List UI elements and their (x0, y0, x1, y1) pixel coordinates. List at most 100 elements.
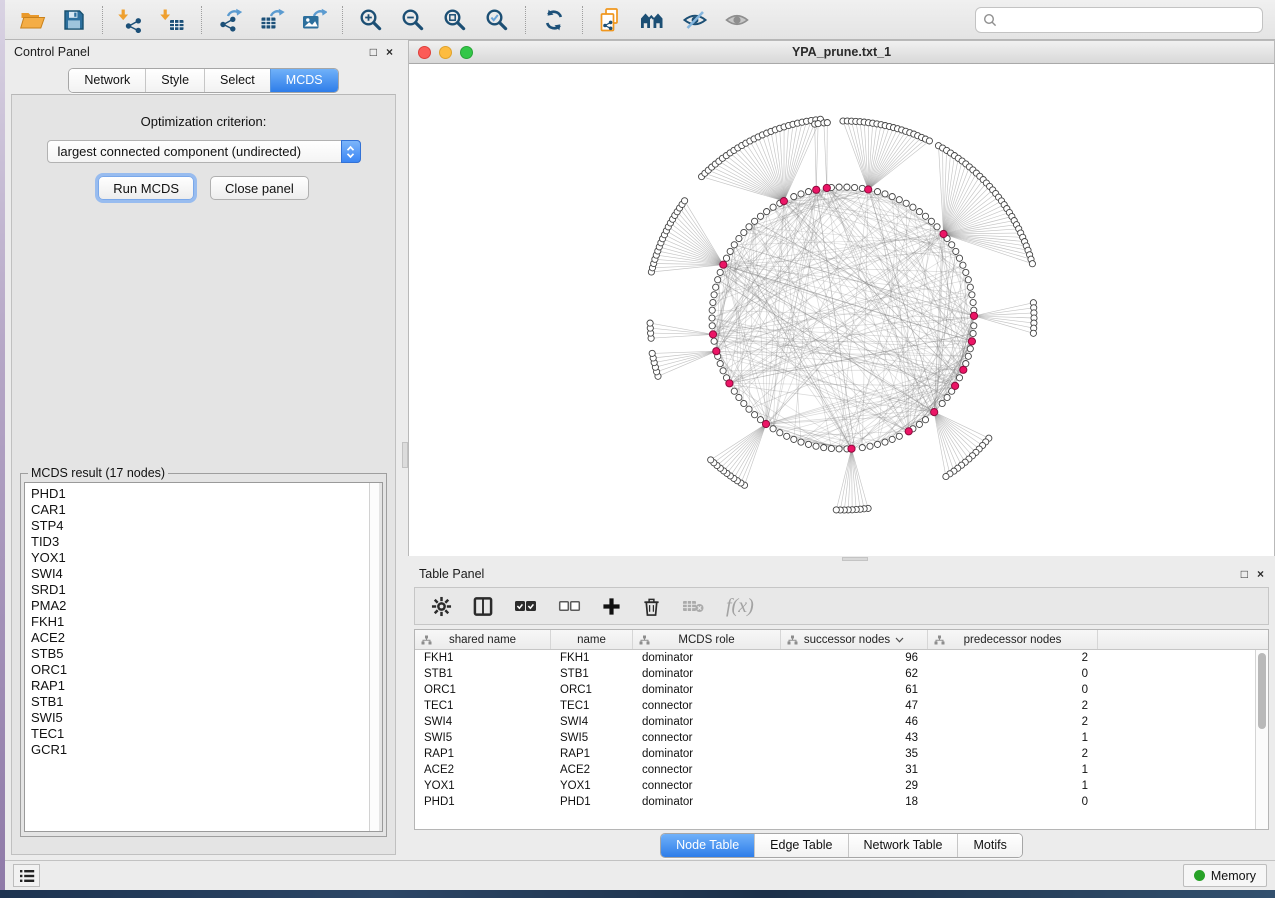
network-node[interactable] (746, 406, 752, 412)
horizontal-splitter[interactable] (408, 556, 1275, 562)
list-item[interactable]: STB1 (31, 694, 382, 710)
search-input[interactable] (1002, 13, 1255, 28)
network-node[interactable] (713, 284, 719, 290)
network-canvas[interactable] (409, 64, 1274, 556)
network-node[interactable] (956, 375, 962, 381)
network-node[interactable] (969, 292, 975, 298)
tab-select[interactable]: Select (204, 69, 270, 92)
list-item[interactable]: FKH1 (31, 614, 382, 630)
mcds-network-node[interactable] (960, 366, 967, 373)
tab-motifs[interactable]: Motifs (957, 834, 1021, 857)
list-item[interactable]: TEC1 (31, 726, 382, 742)
save-session-button[interactable] (53, 4, 95, 36)
column-header-successor-nodes[interactable]: successor nodes (781, 630, 928, 649)
network-node[interactable] (805, 441, 811, 447)
network-node[interactable] (746, 224, 752, 230)
list-item[interactable]: ORC1 (31, 662, 382, 678)
network-node[interactable] (770, 204, 776, 210)
mcds-network-node[interactable] (780, 198, 787, 205)
table-row[interactable]: FKH1FKH1dominator962 (415, 650, 1255, 666)
table-row[interactable]: RAP1RAP1dominator352 (415, 746, 1255, 762)
network-node[interactable] (824, 120, 830, 126)
network-node[interactable] (882, 191, 888, 197)
hide-selected-button[interactable] (674, 4, 716, 36)
network-node[interactable] (821, 445, 827, 451)
list-item[interactable]: YOX1 (31, 550, 382, 566)
vertical-splitter[interactable] (402, 40, 408, 860)
zoom-selected-button[interactable] (476, 4, 518, 36)
table-row[interactable]: STB1STB1dominator620 (415, 666, 1255, 682)
network-node[interactable] (896, 433, 902, 439)
network-node[interactable] (971, 323, 977, 329)
network-node[interactable] (791, 436, 797, 442)
network-node[interactable] (798, 191, 804, 197)
network-node[interactable] (741, 229, 747, 235)
network-node[interactable] (1029, 261, 1035, 267)
network-node[interactable] (805, 189, 811, 195)
close-panel-icon[interactable]: × (386, 46, 393, 58)
splitter-handle[interactable] (842, 557, 868, 561)
open-file-button[interactable] (11, 4, 53, 36)
network-node[interactable] (731, 242, 737, 248)
mcds-network-node[interactable] (762, 420, 769, 427)
network-node[interactable] (709, 307, 715, 313)
network-node[interactable] (844, 184, 850, 190)
network-node[interactable] (889, 194, 895, 200)
list-item[interactable]: SRD1 (31, 582, 382, 598)
mcds-network-node[interactable] (905, 428, 912, 435)
network-node[interactable] (896, 197, 902, 203)
tab-network-table[interactable]: Network Table (848, 834, 958, 857)
network-node[interactable] (682, 198, 688, 204)
mcds-network-node[interactable] (823, 184, 830, 191)
table-row[interactable]: PHD1PHD1dominator180 (415, 794, 1255, 810)
network-node[interactable] (736, 235, 742, 241)
network-node[interactable] (741, 400, 747, 406)
network-node[interactable] (784, 433, 790, 439)
list-item[interactable]: PHD1 (31, 486, 382, 502)
network-node[interactable] (798, 439, 804, 445)
zoom-fit-button[interactable] (434, 4, 476, 36)
network-node[interactable] (949, 242, 955, 248)
mcds-network-node[interactable] (720, 261, 727, 268)
refresh-view-button[interactable] (533, 4, 575, 36)
export-network-button[interactable] (209, 4, 251, 36)
mcds-network-node[interactable] (865, 186, 872, 193)
mcds-network-node[interactable] (968, 338, 975, 345)
task-history-button[interactable] (13, 864, 40, 887)
list-item[interactable]: SWI5 (31, 710, 382, 726)
network-node[interactable] (922, 213, 928, 219)
tab-edge-table[interactable]: Edge Table (754, 834, 847, 857)
table-row[interactable]: YOX1YOX1connector291 (415, 778, 1255, 794)
mcds-network-node[interactable] (931, 409, 938, 416)
network-node[interactable] (727, 248, 733, 254)
tab-network[interactable]: Network (69, 69, 145, 92)
mcds-list-scrollbar[interactable] (369, 483, 382, 831)
close-panel-icon[interactable]: × (1257, 568, 1264, 580)
network-node[interactable] (731, 388, 737, 394)
network-node[interactable] (836, 446, 842, 452)
network-node[interactable] (647, 320, 653, 326)
network-node[interactable] (934, 224, 940, 230)
first-neighbors-button[interactable] (632, 4, 674, 36)
network-node[interactable] (764, 209, 770, 215)
network-node[interactable] (649, 350, 655, 356)
list-item[interactable]: TID3 (31, 534, 382, 550)
table-row[interactable]: ORC1ORC1dominator610 (415, 682, 1255, 698)
network-node[interactable] (852, 184, 858, 190)
network-node[interactable] (711, 338, 717, 344)
network-node[interactable] (836, 184, 842, 190)
tab-mcds[interactable]: MCDS (270, 69, 338, 92)
zoom-in-button[interactable] (350, 4, 392, 36)
network-node[interactable] (791, 194, 797, 200)
network-node[interactable] (770, 426, 776, 432)
list-item[interactable]: ACE2 (31, 630, 382, 646)
clear-selection-button[interactable] (558, 598, 581, 614)
network-node[interactable] (867, 443, 873, 449)
table-row[interactable]: SWI4SWI4dominator462 (415, 714, 1255, 730)
network-graph[interactable] (409, 64, 1274, 556)
add-column-button[interactable] (602, 597, 621, 616)
network-node[interactable] (956, 255, 962, 261)
select-all-button[interactable] (514, 598, 537, 614)
network-node[interactable] (1030, 330, 1036, 336)
network-node[interactable] (708, 457, 714, 463)
